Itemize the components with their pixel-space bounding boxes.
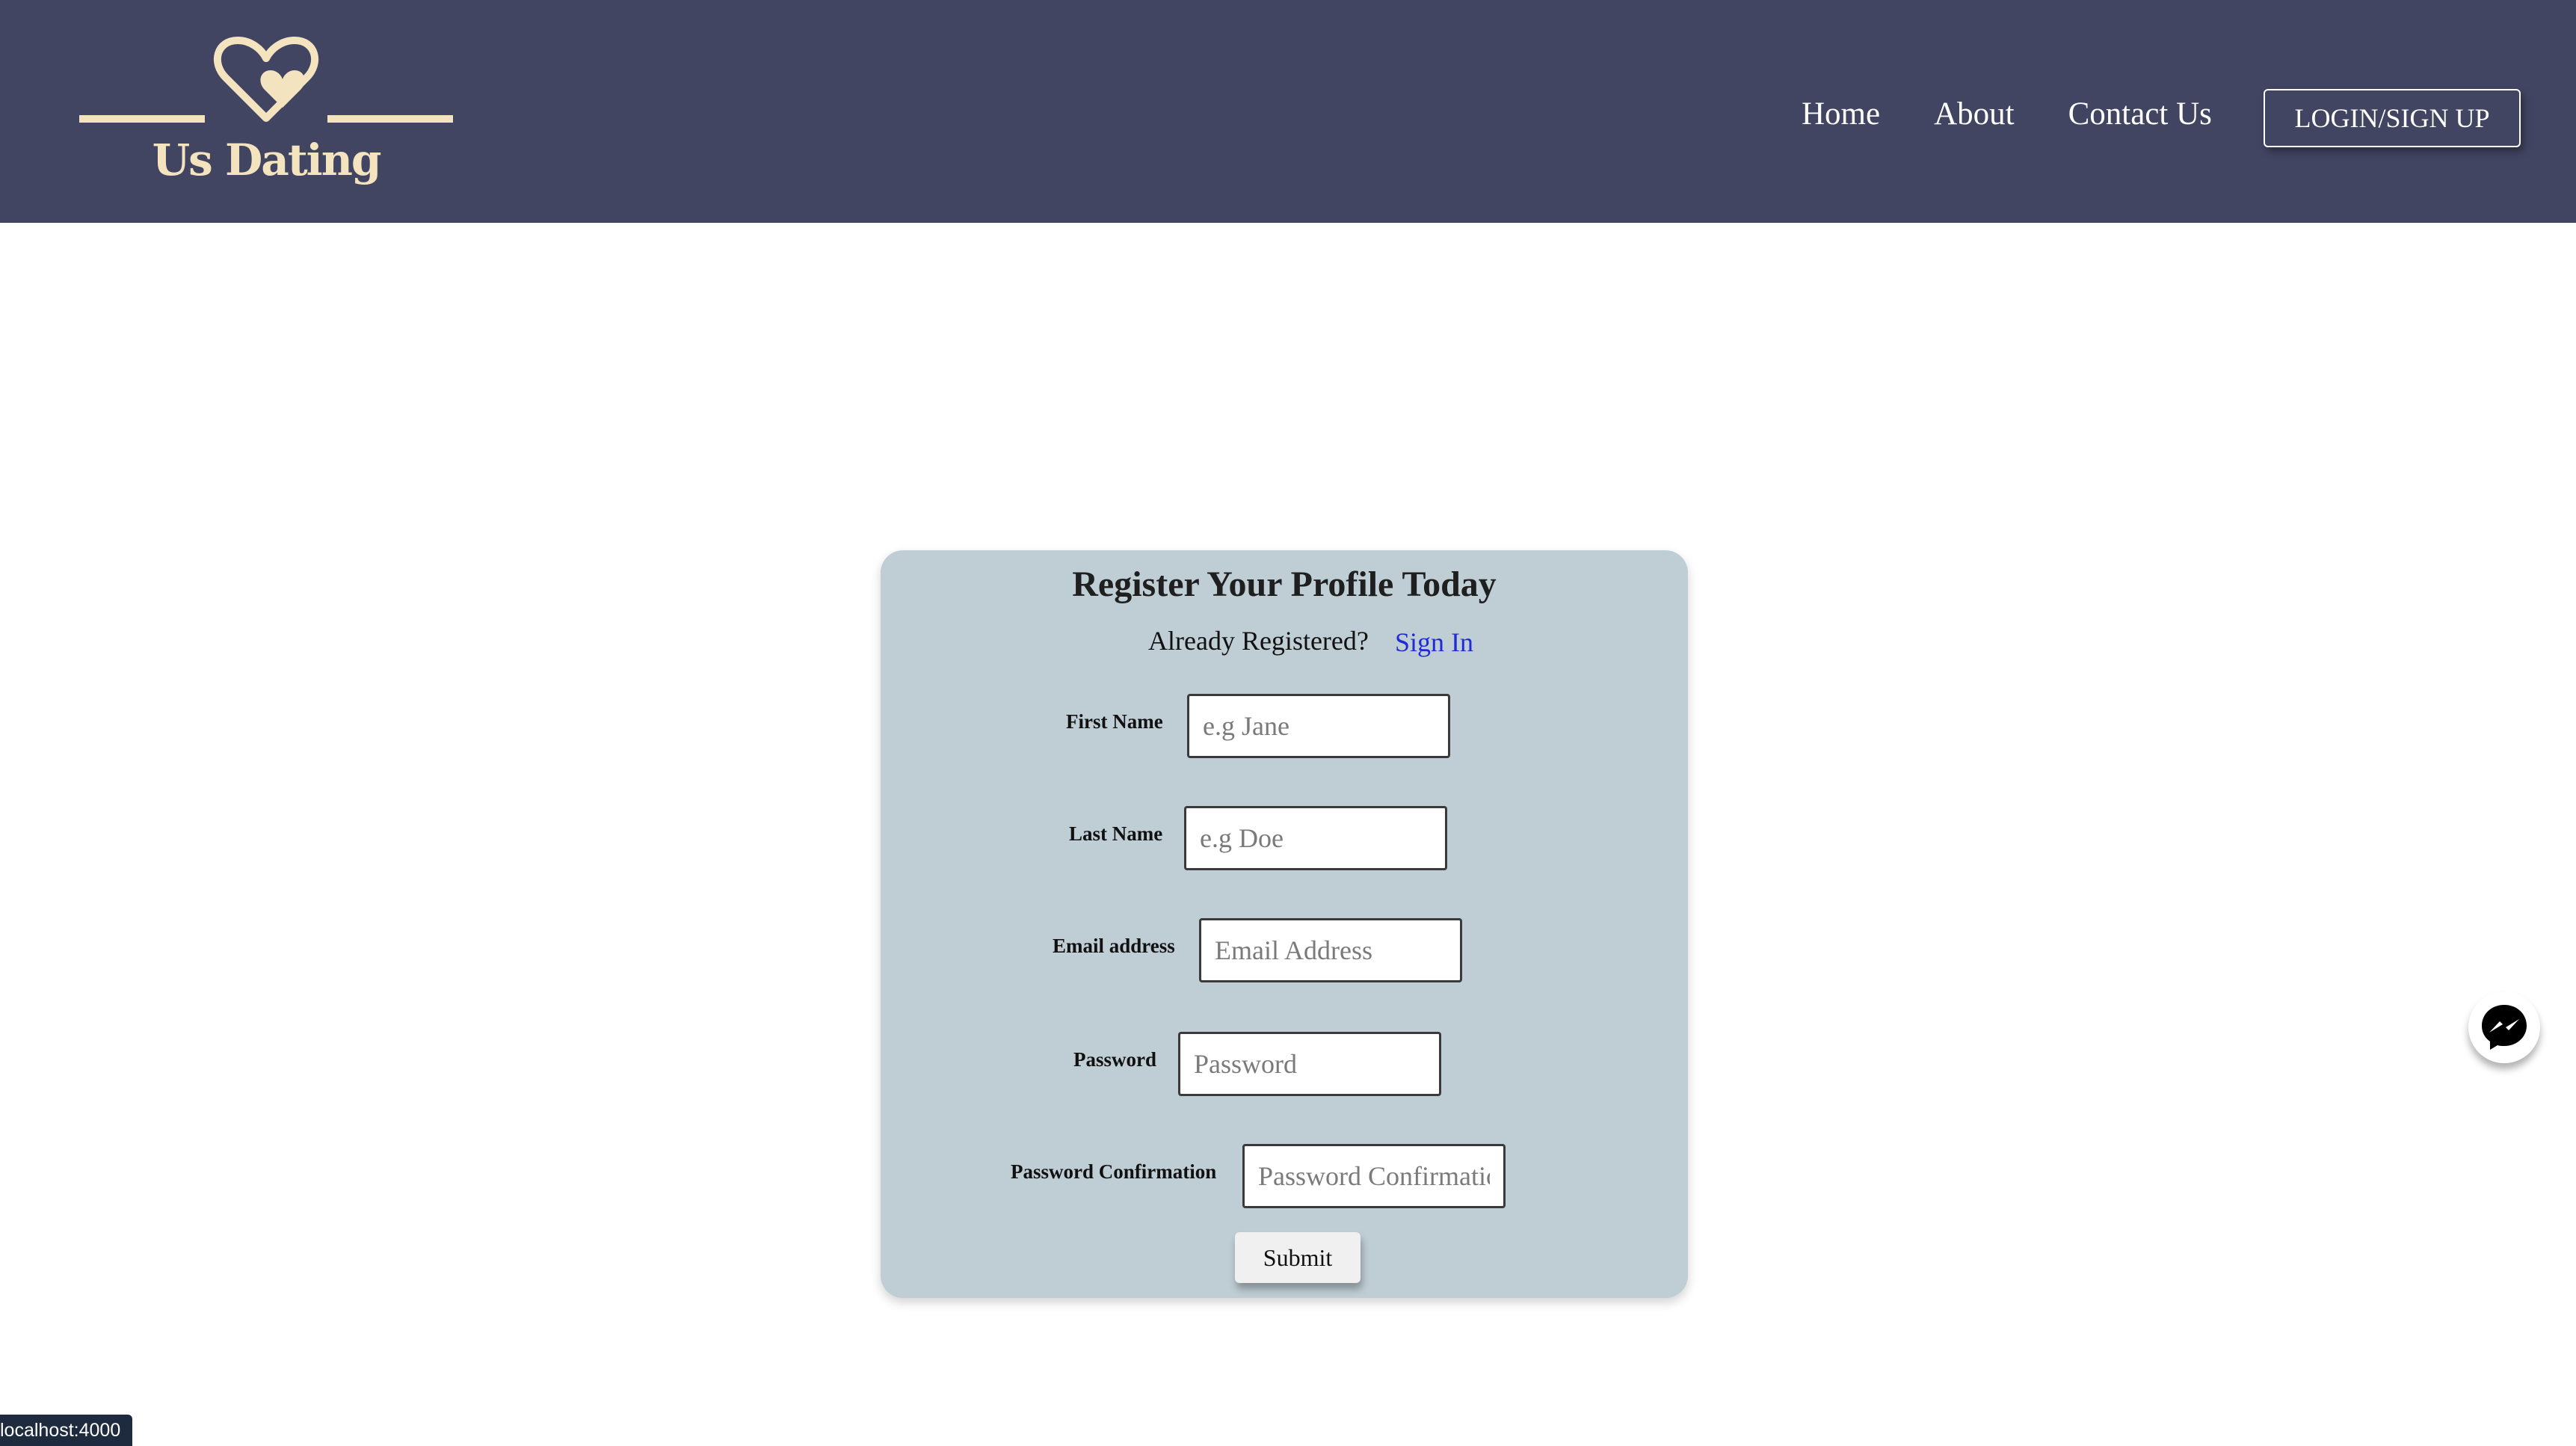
password-confirmation-input[interactable] <box>1242 1144 1506 1208</box>
first-name-input[interactable] <box>1187 694 1450 758</box>
status-bar-url: localhost:4000 <box>0 1415 133 1446</box>
brand-name: Us Dating <box>152 135 382 185</box>
first-name-label: First Name <box>1066 710 1163 733</box>
register-card: Register Your Profile Today Already Regi… <box>881 550 1688 1298</box>
submit-button[interactable]: Submit <box>1235 1232 1361 1283</box>
navbar: Us Dating Home About Contact Us LOGIN/SI… <box>0 0 2576 223</box>
last-name-label: Last Name <box>1069 822 1163 845</box>
login-signup-button[interactable]: LOGIN/SIGN UP <box>2264 89 2521 147</box>
password-label: Password <box>1073 1048 1157 1071</box>
last-name-input[interactable] <box>1184 806 1447 870</box>
email-input[interactable] <box>1199 918 1462 982</box>
password-input[interactable] <box>1178 1032 1441 1096</box>
messenger-icon <box>2482 1005 2527 1050</box>
nav-about-link[interactable]: About <box>1934 96 2015 132</box>
nav-home-link[interactable]: Home <box>1802 96 1880 132</box>
form-title: Register Your Profile Today <box>1072 564 1497 604</box>
nav-contact-link[interactable]: Contact Us <box>2068 96 2212 132</box>
sign-in-link[interactable]: Sign In <box>1395 627 1473 658</box>
heart-icon <box>79 37 453 123</box>
messenger-chat-button[interactable] <box>2468 991 2540 1063</box>
password-confirmation-label: Password Confirmation <box>1011 1160 1217 1183</box>
brand-logo[interactable]: Us Dating <box>79 36 453 200</box>
nav-menu: Home About Contact Us <box>1802 96 2212 132</box>
email-label: Email address <box>1053 935 1175 957</box>
already-registered-text: Already Registered? <box>1148 626 1369 656</box>
